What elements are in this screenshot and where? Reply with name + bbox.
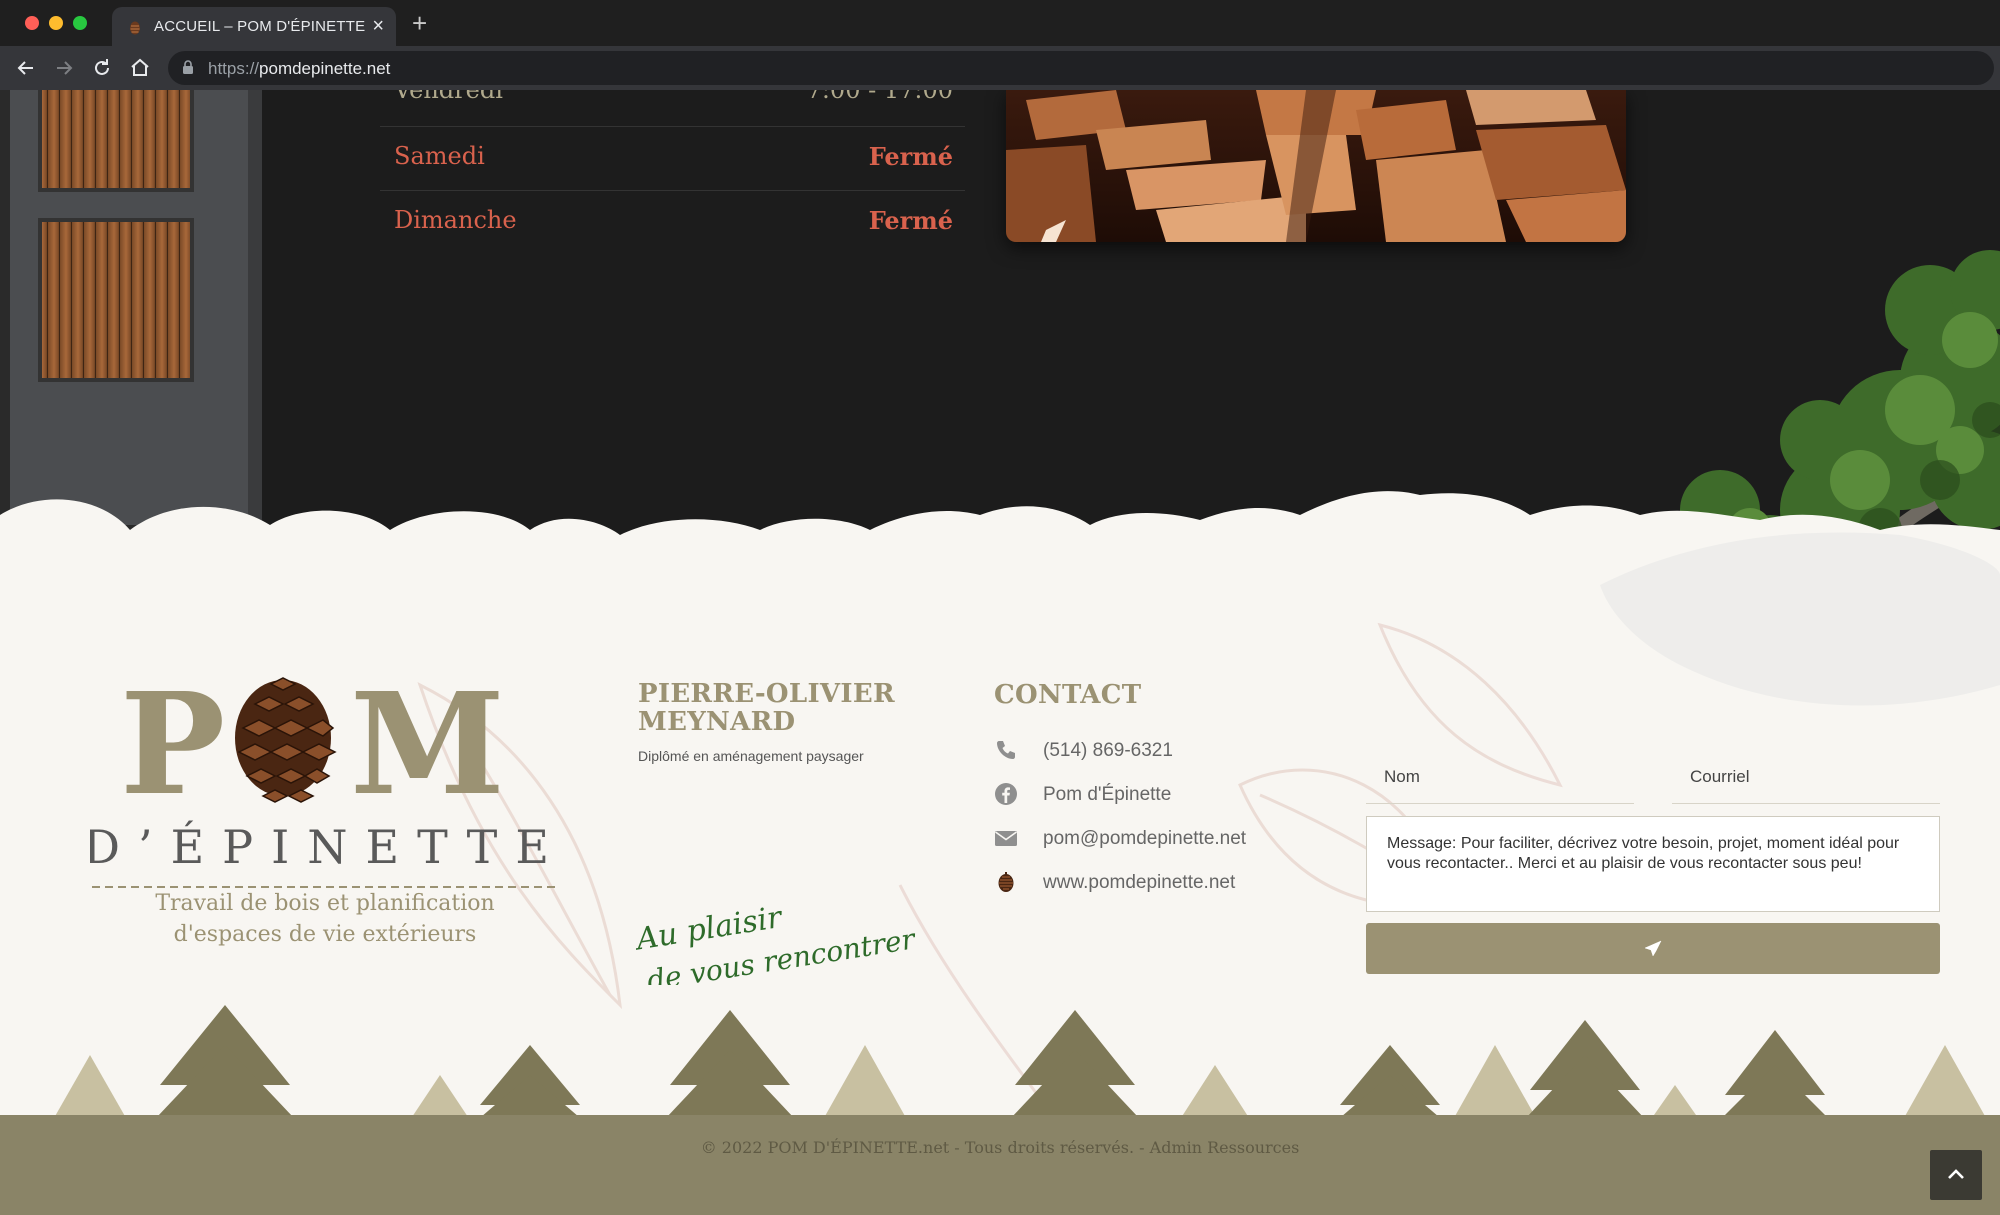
chevron-up-icon [1948,1169,1964,1179]
contact-label: (514) 869-6321 [1043,740,1173,761]
url-text: https://pomdepinette.net [208,59,390,79]
url-host: pomdepinette.net [259,59,391,78]
contact-label: Pom d'Épinette [1043,784,1172,805]
contact-phone[interactable]: (514) 869-6321 [994,736,1334,766]
name-input[interactable] [1366,750,1634,804]
opening-hours-table: Vendredi 7:00 - 17:00 Samedi Fermé Diman… [380,90,965,255]
browser-chrome: ACCUEIL – POM D'ÉPINETTE × + https://pom… [0,0,2000,90]
address-bar[interactable]: https://pomdepinette.net [168,51,1994,85]
paper-plane-icon [1644,940,1662,957]
contact-website[interactable]: www.pomdepinette.net [994,868,1334,898]
envelope-icon [995,831,1017,846]
new-tab-button[interactable]: + [412,10,427,36]
email-input[interactable] [1672,750,1940,804]
page-viewport: Vendredi 7:00 - 17:00 Samedi Fermé Diman… [0,90,2000,1215]
close-window-button[interactable] [25,16,39,30]
hours-time: 7:00 - 17:00 [806,90,953,104]
hours-day: Samedi [394,142,485,170]
maximize-window-button[interactable] [73,16,87,30]
browser-tab[interactable]: ACCUEIL – POM D'ÉPINETTE × [112,7,396,46]
logo-letter-p: P [120,673,225,827]
contact-block: CONTACT (514) 869-6321 Pom d'Épinette po… [994,680,1334,893]
copyright-text: © 2022 POM D'ÉPINETTE.net - Tous droits … [700,1138,1300,1157]
tagline-line: Travail de bois et planification [155,891,495,916]
contact-label: www.pomdepinette.net [1043,872,1236,893]
logo-letter-m: M [350,673,505,827]
hours-time: Fermé [868,206,953,235]
home-icon[interactable] [128,56,152,80]
pinecone-icon [235,677,337,803]
hours-time: Fermé [868,142,953,171]
contact-label: pom@pomdepinette.net [1043,828,1247,849]
tagline-line: d'espaces de vie extérieurs [173,922,477,947]
founder-name: PIERRE-OLIVIER MEYNARD [638,679,895,737]
lumber-stack-photo [1006,90,1626,242]
hours-row-friday: Vendredi 7:00 - 17:00 [380,90,965,127]
message-textarea[interactable] [1366,816,1940,912]
founder-title: Diplômé en aménagement paysager [638,748,864,764]
tagline: Travail de bois et planification d'espac… [90,888,560,950]
pinecone-favicon-icon [130,21,140,35]
send-button[interactable] [1366,923,1940,974]
pinecone-icon [998,872,1014,892]
logo-subtitle: D’ÉPINETTE [90,819,560,874]
navigation-bar: https://pomdepinette.net [0,46,2000,90]
lock-icon [183,60,193,74]
hours-day: Dimanche [394,206,517,234]
facebook-icon [995,783,1017,805]
hours-day: Vendredi [394,90,503,104]
back-arrow-icon[interactable] [14,56,38,80]
contact-heading: CONTACT [994,680,1142,710]
minimize-window-button[interactable] [49,16,63,30]
contact-facebook[interactable]: Pom d'Épinette [994,780,1334,810]
script-greeting: Au plaisir de vous rencontrer ! [631,900,920,985]
founder-block: PIERRE-OLIVIER MEYNARD Diplômé en aménag… [638,680,948,764]
tab-close-icon[interactable]: × [372,15,384,37]
footer-bar [0,1115,2000,1215]
reload-icon[interactable] [90,56,114,80]
contact-email[interactable]: pom@pomdepinette.net [994,824,1334,854]
hours-row-saturday: Samedi Fermé [380,127,965,191]
forward-arrow-icon[interactable] [52,56,76,80]
wooden-door-image [0,90,262,535]
url-scheme: https:// [208,59,260,78]
tab-title: ACCUEIL – POM D'ÉPINETTE [154,18,366,35]
phone-icon [997,741,1015,759]
hours-row-sunday: Dimanche Fermé [380,191,965,255]
scroll-to-top-button[interactable] [1930,1150,1982,1200]
tab-bar: ACCUEIL – POM D'ÉPINETTE × + [0,0,2000,46]
